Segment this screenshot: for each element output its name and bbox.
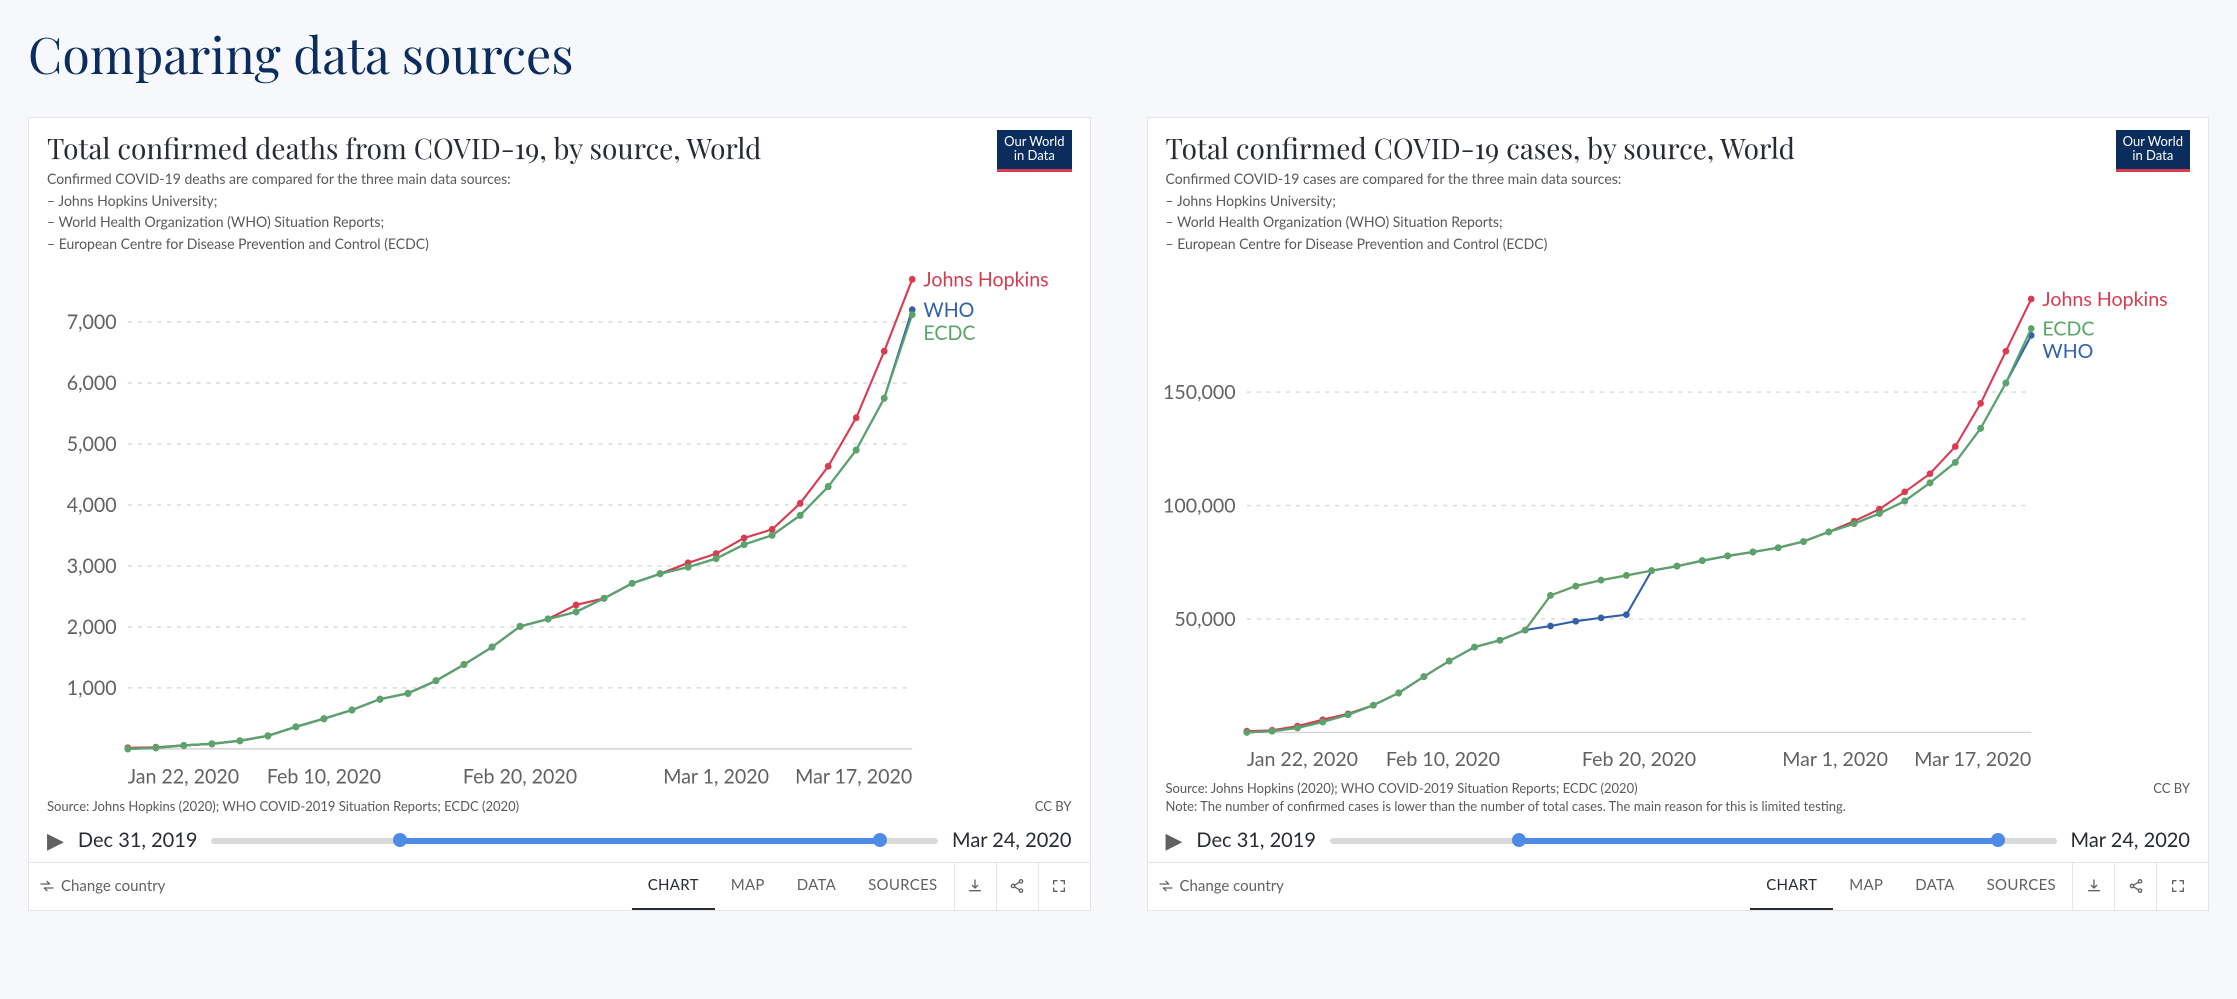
- time-slider[interactable]: [211, 831, 938, 849]
- slider-start-date: Dec 31, 2019: [1196, 828, 1316, 852]
- chart-subtitle-line: – World Health Organization (WHO) Situat…: [1166, 212, 2191, 232]
- slider-handle-start[interactable]: [393, 833, 407, 847]
- play-button[interactable]: ▶: [47, 829, 64, 851]
- play-button[interactable]: ▶: [1166, 829, 1183, 851]
- share-icon: [1009, 878, 1025, 894]
- svg-text:Jan 22, 2020: Jan 22, 2020: [1246, 748, 1357, 771]
- svg-text:Mar 17, 2020: Mar 17, 2020: [795, 765, 912, 789]
- svg-text:7,000: 7,000: [67, 310, 117, 334]
- owid-badge: Our Worldin Data: [997, 130, 1071, 172]
- tab-data[interactable]: DATA: [1899, 863, 1970, 910]
- svg-text:ECDC: ECDC: [923, 321, 975, 345]
- tab-map[interactable]: MAP: [1833, 863, 1899, 910]
- svg-text:Johns Hopkins: Johns Hopkins: [2042, 288, 2167, 311]
- section-title: Comparing data sources: [28, 20, 2209, 87]
- fullscreen-icon: [1051, 878, 1067, 894]
- svg-text:Feb 20, 2020: Feb 20, 2020: [1581, 748, 1695, 771]
- time-slider[interactable]: [1330, 831, 2057, 849]
- svg-text:Mar 1, 2020: Mar 1, 2020: [663, 765, 769, 789]
- chart-subtitle-line: – European Centre for Disease Prevention…: [1166, 234, 2191, 254]
- chart-subtitle-line: – Johns Hopkins University;: [47, 191, 1072, 211]
- chart-subtitle-line: – Johns Hopkins University;: [1166, 191, 2191, 211]
- tab-sources[interactable]: SOURCES: [1971, 863, 2072, 910]
- chart-title: Total confirmed COVID-19 cases, by sourc…: [1166, 130, 2191, 167]
- slider-fill: [400, 838, 880, 844]
- svg-text:Feb 10, 2020: Feb 10, 2020: [267, 765, 381, 789]
- download-icon: [967, 878, 983, 894]
- chart-note: Note: The number of confirmed cases is l…: [1166, 798, 1846, 814]
- chart-source: Source: Johns Hopkins (2020); WHO COVID-…: [1166, 780, 1846, 796]
- svg-text:6,000: 6,000: [67, 371, 117, 395]
- tab-data[interactable]: DATA: [781, 863, 852, 910]
- svg-text:3,000: 3,000: [67, 554, 117, 578]
- download-icon: [2086, 878, 2102, 894]
- svg-text:Jan 22, 2020: Jan 22, 2020: [128, 765, 239, 789]
- svg-text:Mar 17, 2020: Mar 17, 2020: [1914, 748, 2031, 771]
- tab-chart[interactable]: CHART: [1750, 863, 1833, 910]
- share-button[interactable]: [2114, 863, 2156, 910]
- slider-handle-start[interactable]: [1512, 833, 1526, 847]
- chart-subtitle-line: – European Centre for Disease Prevention…: [47, 234, 1072, 254]
- slider-start-date: Dec 31, 2019: [78, 828, 198, 852]
- svg-text:Johns Hopkins: Johns Hopkins: [923, 268, 1048, 292]
- slider-end-date: Mar 24, 2020: [2071, 828, 2190, 852]
- svg-text:WHO: WHO: [2042, 340, 2093, 363]
- chart-subtitle-line: – World Health Organization (WHO) Situat…: [47, 212, 1072, 232]
- chart-plot[interactable]: 1,000 2,000 3,000 4,000 5,000 6,000 7,000 Jan 2…: [29, 259, 1090, 795]
- change-country-button[interactable]: Change country: [39, 877, 165, 895]
- swap-icon: [39, 878, 55, 894]
- svg-text:ECDC: ECDC: [2042, 318, 2094, 341]
- share-icon: [2128, 878, 2144, 894]
- svg-text:50,000: 50,000: [1174, 608, 1235, 631]
- slider-end-date: Mar 24, 2020: [952, 828, 1071, 852]
- chart-subtitle-line: Confirmed COVID-19 cases are compared fo…: [1166, 169, 2191, 189]
- svg-text:1,000: 1,000: [67, 676, 117, 700]
- change-country-button[interactable]: Change country: [1158, 877, 1284, 895]
- svg-text:100,000: 100,000: [1162, 495, 1235, 518]
- svg-text:WHO: WHO: [923, 298, 974, 322]
- download-button[interactable]: [954, 863, 996, 910]
- chart-plot[interactable]: 50,000 100,000 150,000 Jan 22, 2020 Feb 10, …: [1148, 259, 2209, 777]
- swap-icon: [1158, 878, 1174, 894]
- download-button[interactable]: [2072, 863, 2114, 910]
- chart-card-cases: Our Worldin Data Total confirmed COVID-1…: [1147, 117, 2210, 911]
- svg-text:Mar 1, 2020: Mar 1, 2020: [1782, 748, 1888, 771]
- svg-text:Feb 20, 2020: Feb 20, 2020: [463, 765, 577, 789]
- share-button[interactable]: [996, 863, 1038, 910]
- chart-title: Total confirmed deaths from COVID-19, by…: [47, 130, 1072, 167]
- slider-fill: [1519, 838, 1999, 844]
- svg-text:150,000: 150,000: [1162, 381, 1235, 404]
- chart-license: CC BY: [1035, 798, 1072, 814]
- svg-text:Feb 10, 2020: Feb 10, 2020: [1385, 748, 1499, 771]
- slider-handle-end[interactable]: [1991, 833, 2005, 847]
- svg-text:4,000: 4,000: [67, 493, 117, 517]
- fullscreen-icon: [2170, 878, 2186, 894]
- chart-subtitle-line: Confirmed COVID-19 deaths are compared f…: [47, 169, 1072, 189]
- chart-license: CC BY: [2153, 780, 2190, 796]
- chart-source: Source: Johns Hopkins (2020); WHO COVID-…: [47, 798, 519, 814]
- fullscreen-button[interactable]: [2156, 863, 2198, 910]
- svg-text:5,000: 5,000: [67, 432, 117, 456]
- chart-card-deaths: Our Worldin Data Total confirmed deaths …: [28, 117, 1091, 911]
- svg-text:2,000: 2,000: [67, 615, 117, 639]
- tab-sources[interactable]: SOURCES: [852, 863, 953, 910]
- fullscreen-button[interactable]: [1038, 863, 1080, 910]
- slider-handle-end[interactable]: [873, 833, 887, 847]
- tab-map[interactable]: MAP: [715, 863, 781, 910]
- tab-chart[interactable]: CHART: [632, 863, 715, 910]
- owid-badge: Our Worldin Data: [2116, 130, 2190, 172]
